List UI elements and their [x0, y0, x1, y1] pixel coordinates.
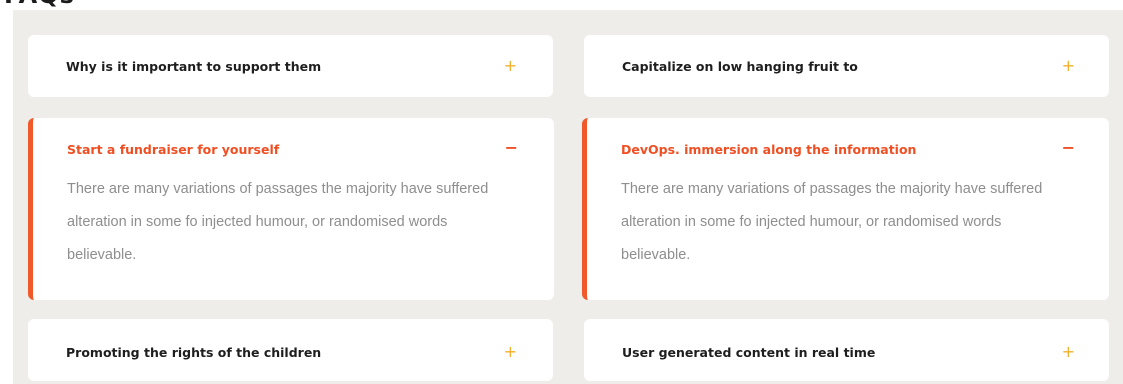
faq-item-children[interactable]: Promoting the rights of the children + [28, 319, 553, 381]
faq-panel: Why is it important to support them + Ca… [13, 10, 1123, 384]
faq-heading: FAQs [4, 0, 75, 8]
faq-item-capitalize[interactable]: Capitalize on low hanging fruit to + [584, 35, 1109, 97]
faq-item-devops[interactable]: DevOps. immersion along the information … [582, 118, 1109, 300]
faq-question[interactable]: Capitalize on low hanging fruit to [622, 59, 858, 74]
minus-icon[interactable]: − [505, 140, 518, 156]
faq-answer: There are many variations of passages th… [621, 181, 1043, 263]
faq-question[interactable]: User generated content in real time [622, 345, 875, 360]
faq-question[interactable]: Why is it important to support them [66, 59, 321, 74]
faq-answer: There are many variations of passages th… [67, 181, 489, 263]
plus-icon[interactable]: + [504, 344, 517, 360]
plus-icon[interactable]: + [1062, 58, 1075, 74]
faq-item-user-content[interactable]: User generated content in real time + [584, 319, 1109, 381]
plus-icon[interactable]: + [1062, 344, 1075, 360]
faq-question[interactable]: DevOps. immersion along the information [621, 142, 916, 157]
faq-question[interactable]: Start a fundraiser for yourself [67, 142, 279, 157]
plus-icon[interactable]: + [504, 58, 517, 74]
faq-heading-strip: FAQs [0, 0, 1123, 10]
minus-icon[interactable]: − [1062, 140, 1075, 156]
faq-question[interactable]: Promoting the rights of the children [66, 345, 321, 360]
faq-item-fundraiser[interactable]: Start a fundraiser for yourself − There … [28, 118, 554, 300]
faq-item-support[interactable]: Why is it important to support them + [28, 35, 553, 97]
